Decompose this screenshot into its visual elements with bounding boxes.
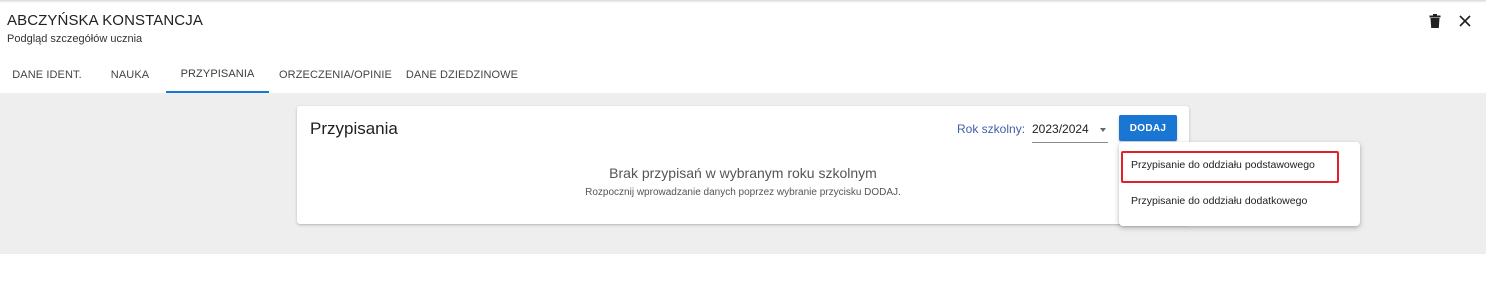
add-dropdown-menu: Przypisanie do oddziału podstawowego Prz… <box>1119 142 1360 226</box>
page-header: ABCZYŃSKA KONSTANCJA Podgląd szczegółów … <box>7 12 203 45</box>
assignments-card: Przypisania Rok szkolny: 2023/2024 DODAJ… <box>297 106 1189 224</box>
menu-item-additional-class[interactable]: Przypisanie do oddziału dodatkowego <box>1119 186 1360 216</box>
school-year-value: 2023/2024 <box>1032 122 1089 136</box>
page-title: ABCZYŃSKA KONSTANCJA <box>7 12 203 29</box>
tab-nauka[interactable]: NAUKA <box>94 56 166 93</box>
trash-icon[interactable] <box>1426 12 1444 30</box>
school-year-label: Rok szkolny: <box>957 122 1026 136</box>
tab-bar: DANE IDENT. NAUKA PRZYPISANIA ORZECZENIA… <box>0 56 1486 93</box>
empty-state-description: Rozpocznij wprowadzanie danych poprzez w… <box>585 187 901 198</box>
school-year-select[interactable]: 2023/2024 <box>1032 119 1108 143</box>
tab-przypisania[interactable]: PRZYPISANIA <box>166 56 269 93</box>
menu-item-primary-class[interactable]: Przypisanie do oddziału podstawowego <box>1119 150 1360 180</box>
tab-orzeczenia-opinie[interactable]: ORZECZENIA/OPINIE <box>269 56 402 93</box>
add-button[interactable]: DODAJ <box>1119 115 1177 141</box>
empty-state-title: Brak przypisań w wybranym roku szkolnym <box>609 165 877 181</box>
close-icon[interactable] <box>1456 12 1474 30</box>
top-shadow <box>0 0 1486 3</box>
tab-dane-dziedzinowe[interactable]: DANE DZIEDZINOWE <box>402 56 522 93</box>
page-subtitle: Podgląd szczegółów ucznia <box>7 33 143 45</box>
dropdown-arrow-icon <box>1100 128 1106 132</box>
tab-dane-ident[interactable]: DANE IDENT. <box>0 56 94 93</box>
card-title: Przypisania <box>310 119 398 138</box>
